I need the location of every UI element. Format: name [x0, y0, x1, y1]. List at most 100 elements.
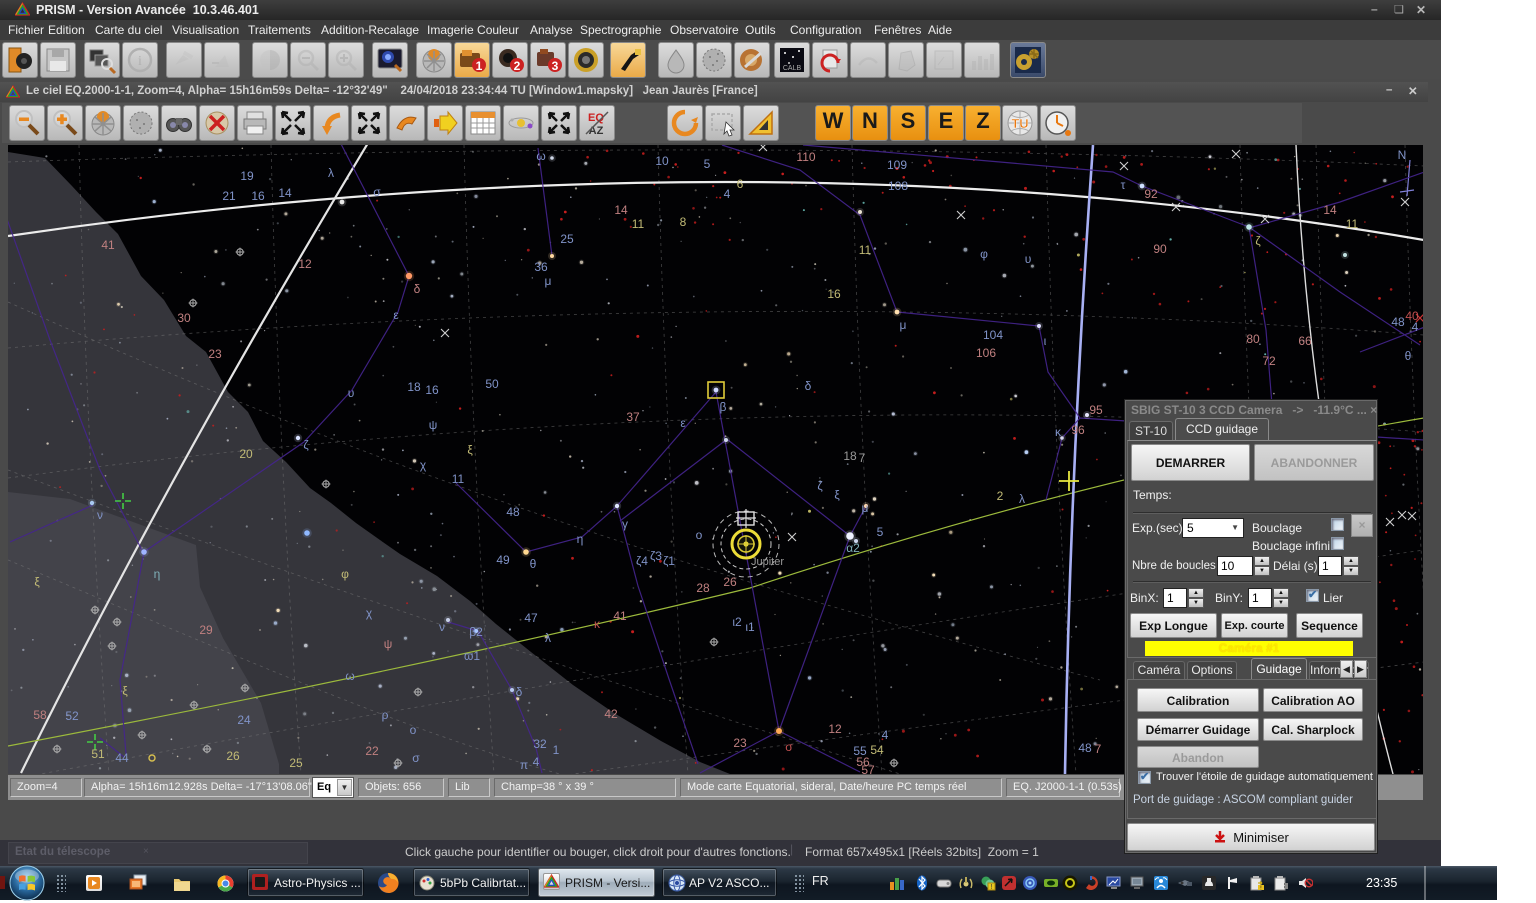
svg-text:52: 52	[65, 709, 79, 723]
svg-text:54: 54	[870, 743, 884, 757]
svg-text:1: 1	[553, 743, 560, 757]
svg-text:11: 11	[452, 472, 465, 486]
svg-text:18: 18	[407, 380, 421, 394]
svg-text:48: 48	[506, 505, 520, 519]
svg-text:ζ3: ζ3	[650, 549, 662, 563]
svg-text:ζ4: ζ4	[636, 554, 648, 568]
svg-text:τ: τ	[1121, 178, 1126, 192]
svg-text:θ: θ	[530, 557, 537, 571]
svg-text:22: 22	[365, 744, 379, 758]
svg-text:48: 48	[1391, 315, 1405, 329]
svg-text:ξ: ξ	[34, 575, 40, 589]
svg-text:25: 25	[560, 232, 574, 246]
svg-text:δ: δ	[805, 379, 812, 393]
svg-text:10: 10	[655, 154, 669, 168]
svg-text:32: 32	[533, 737, 547, 751]
svg-text:72: 72	[1262, 354, 1276, 368]
svg-text:47: 47	[524, 611, 538, 625]
svg-text:N: N	[1398, 148, 1407, 162]
svg-text:ε: ε	[393, 308, 399, 322]
svg-text:β2: β2	[469, 625, 483, 639]
svg-text:90: 90	[1153, 242, 1167, 256]
svg-text:ψ: ψ	[429, 418, 438, 432]
svg-text:21: 21	[222, 189, 236, 203]
svg-text:5: 5	[704, 157, 711, 171]
svg-text:109: 109	[887, 158, 907, 172]
svg-text:ω: ω	[345, 669, 354, 683]
svg-text:ζ1: ζ1	[663, 554, 675, 568]
svg-text:40: 40	[1405, 309, 1419, 323]
svg-text:42: 42	[604, 707, 618, 721]
svg-text:β: β	[720, 400, 727, 414]
svg-text:υ: υ	[348, 386, 355, 400]
svg-text:η: η	[154, 567, 161, 581]
svg-text:24: 24	[237, 713, 251, 727]
svg-text:ϖ1: ϖ1	[464, 649, 480, 663]
svg-text:92: 92	[1144, 187, 1158, 201]
svg-text:δ: δ	[516, 685, 523, 699]
svg-text:26: 26	[226, 749, 240, 763]
svg-text:ι2: ι2	[732, 615, 742, 629]
svg-text:ν: ν	[439, 620, 445, 634]
svg-text:o: o	[410, 723, 417, 737]
svg-text:o: o	[696, 528, 703, 542]
svg-text:!: !	[1260, 886, 1261, 892]
svg-text:37: 37	[626, 410, 640, 424]
svg-text:φ: φ	[980, 247, 988, 261]
svg-text:ι: ι	[1044, 334, 1047, 348]
svg-text:4: 4	[724, 187, 731, 201]
svg-text:π: π	[520, 758, 528, 772]
svg-text:11: 11	[1346, 217, 1359, 231]
svg-text:μ: μ	[862, 501, 869, 515]
svg-text:23: 23	[733, 736, 747, 750]
svg-text:14: 14	[278, 186, 292, 200]
svg-text:κ: κ	[594, 617, 601, 631]
svg-text:41: 41	[613, 609, 627, 623]
svg-text:41: 41	[101, 238, 115, 252]
svg-text:1: 1	[476, 59, 483, 73]
svg-text:7: 7	[859, 451, 866, 465]
svg-text:48: 48	[1078, 741, 1092, 755]
svg-text:11: 11	[632, 217, 645, 231]
svg-text:TU: TU	[1011, 116, 1028, 131]
svg-text:σ: σ	[785, 740, 793, 754]
svg-text:20: 20	[239, 447, 253, 461]
svg-text:96: 96	[1071, 423, 1085, 437]
svg-text:16: 16	[251, 189, 265, 203]
svg-text:η: η	[577, 532, 584, 546]
svg-text:30: 30	[177, 311, 191, 325]
svg-text:ι1: ι1	[745, 620, 755, 634]
svg-text:2: 2	[997, 489, 1004, 503]
svg-text:7: 7	[1095, 742, 1102, 756]
svg-text:Jupiter: Jupiter	[751, 556, 784, 568]
svg-text:16: 16	[827, 287, 841, 301]
svg-text:i: i	[138, 54, 142, 69]
svg-text:14: 14	[614, 203, 628, 217]
svg-text:28: 28	[696, 581, 710, 595]
svg-text:14: 14	[1323, 203, 1337, 217]
svg-text:104: 104	[983, 328, 1003, 342]
svg-text:σ: σ	[373, 185, 381, 199]
svg-text:51: 51	[91, 747, 105, 761]
svg-text:ω: ω	[536, 149, 545, 163]
svg-text:υ: υ	[1025, 252, 1032, 266]
svg-text:α2: α2	[846, 541, 860, 555]
svg-text:!: !	[991, 884, 993, 891]
svg-text:θ: θ	[1405, 349, 1412, 363]
svg-text:12: 12	[298, 257, 312, 271]
svg-text:3: 3	[552, 59, 559, 73]
svg-text:χ: χ	[366, 606, 373, 620]
svg-text:ξ: ξ	[467, 443, 473, 457]
svg-text:χ: χ	[420, 458, 427, 472]
svg-text:λ: λ	[1019, 492, 1025, 506]
svg-text:μ: μ	[545, 274, 552, 288]
svg-text:16: 16	[425, 383, 439, 397]
svg-text:49: 49	[496, 553, 510, 567]
svg-text:δ: δ	[414, 282, 421, 296]
svg-text:108: 108	[888, 179, 908, 193]
svg-text:4: 4	[533, 755, 540, 769]
svg-text:23: 23	[208, 347, 222, 361]
svg-text:κ: κ	[1055, 425, 1062, 439]
svg-text:γ: γ	[622, 517, 628, 531]
svg-text:12: 12	[828, 722, 842, 736]
